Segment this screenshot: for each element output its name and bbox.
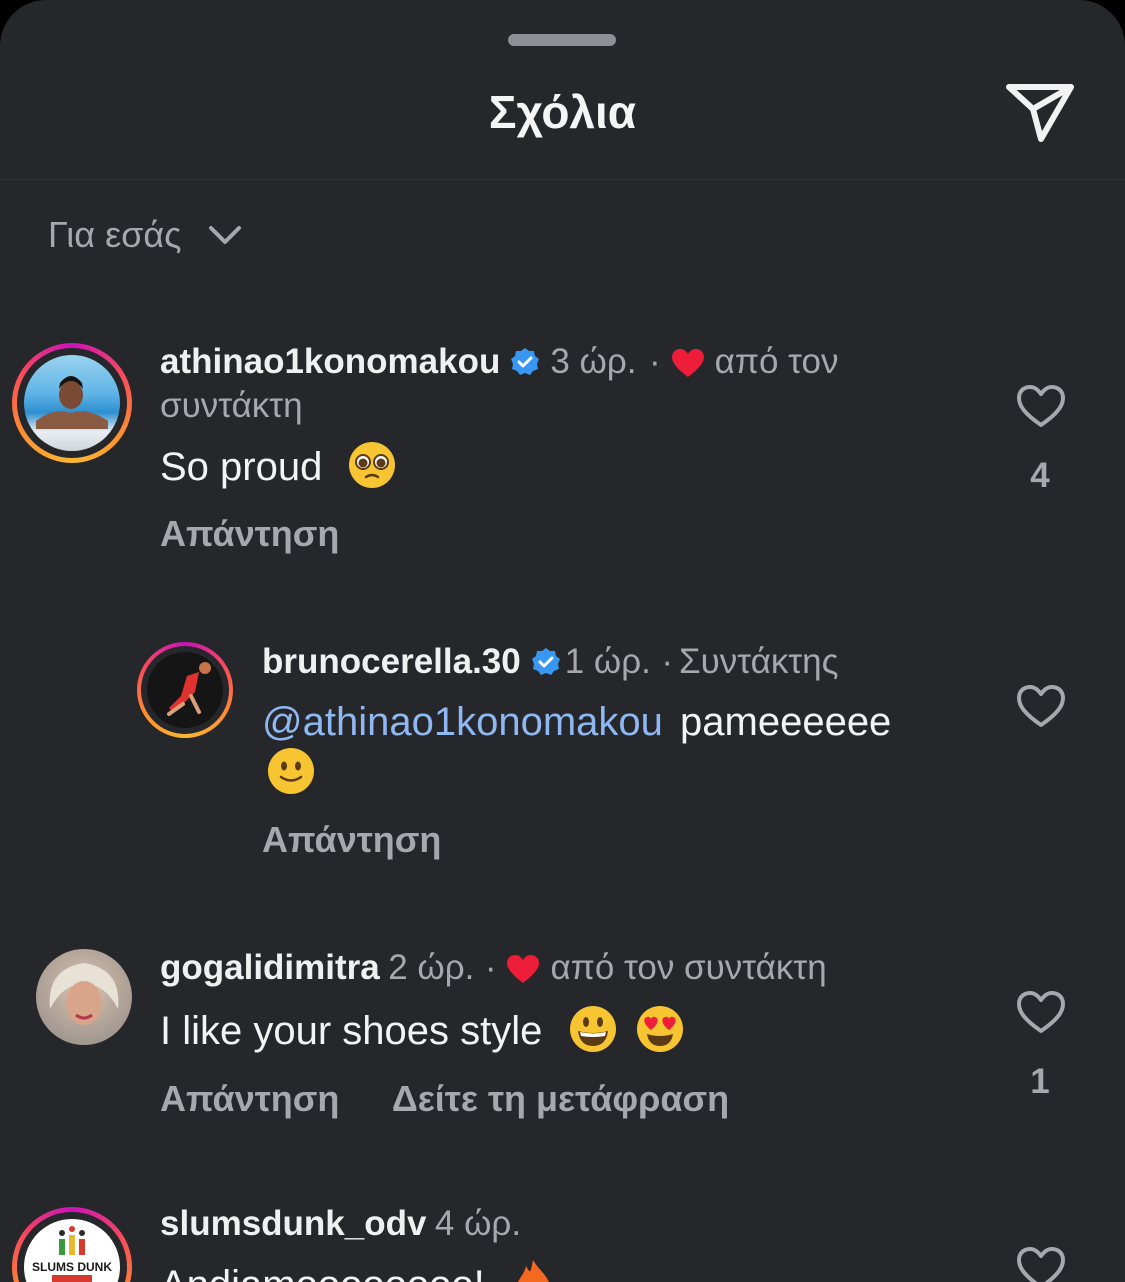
chevron-down-icon xyxy=(208,226,241,244)
like-heart-icon[interactable] xyxy=(1016,1246,1066,1282)
comment-time: 2 ώρ. xyxy=(388,948,475,987)
see-translation-button[interactable]: Δείτε τη μετάφραση xyxy=(392,1078,729,1119)
like-count: 1 xyxy=(1030,1062,1050,1101)
mention-link[interactable]: @athinao1konomakou xyxy=(262,700,663,744)
sheet-title: Σχόλια xyxy=(488,86,637,138)
comment-username[interactable]: slumsdunk_odv xyxy=(160,1204,426,1243)
creator-liked-text: από τον συντάκτη xyxy=(550,948,827,987)
reply-button[interactable]: Απάντηση xyxy=(160,1078,339,1119)
comment-username[interactable]: gogalidimitra xyxy=(160,948,380,987)
like-heart-icon[interactable] xyxy=(1016,684,1066,728)
sheet-grabber[interactable] xyxy=(508,34,616,46)
comment-username[interactable]: brunocerella.30 xyxy=(262,642,521,681)
pleading-face-emoji-icon xyxy=(349,442,396,488)
header-divider xyxy=(0,179,1125,180)
fire-emoji-icon xyxy=(517,1260,549,1282)
send-icon[interactable] xyxy=(1003,79,1077,145)
creator-liked-heart-icon xyxy=(671,349,704,377)
creator-liked-heart-icon xyxy=(507,955,540,983)
like-heart-icon[interactable] xyxy=(1016,384,1066,428)
verified-badge-icon xyxy=(511,348,540,375)
avatar[interactable] xyxy=(36,949,132,1045)
avatar-photo xyxy=(49,963,119,1025)
meta-separator: · xyxy=(484,948,497,987)
meta-separator: · xyxy=(661,642,673,681)
comment-time: 1 ώρ. xyxy=(564,642,651,681)
svg-text:SLUMS DUNK: SLUMS DUNK xyxy=(32,1260,112,1274)
meta-separator: · xyxy=(648,342,661,381)
comment-text: I like your shoes style xyxy=(160,1009,543,1053)
grinning-face-emoji-icon xyxy=(569,1006,616,1052)
like-count: 4 xyxy=(1030,456,1050,495)
comment-text: pameeeeee xyxy=(680,700,892,744)
sort-label: Για εσάς xyxy=(48,214,182,255)
comment-time: 4 ώρ. xyxy=(434,1204,522,1243)
comment-time: 3 ώρ. xyxy=(550,342,637,381)
sort-dropdown[interactable]: Για εσάς xyxy=(48,214,242,256)
reply-button[interactable]: Απάντηση xyxy=(160,513,339,555)
creator-liked-text-cont: συντάκτη xyxy=(160,386,303,425)
verified-badge-icon xyxy=(531,648,560,675)
avatar[interactable] xyxy=(147,652,223,728)
avatar[interactable] xyxy=(24,355,120,451)
avatar-photo xyxy=(36,376,108,429)
author-badge: Συντάκτης xyxy=(679,642,839,681)
comment-text: So proud xyxy=(160,445,323,489)
reply-button[interactable]: Απάντηση xyxy=(262,819,441,861)
slightly-smiling-face-emoji-icon xyxy=(268,748,314,794)
creator-liked-text: από τον xyxy=(714,342,839,381)
avatar-photo xyxy=(167,662,211,716)
heart-eyes-emoji-icon xyxy=(636,1006,683,1052)
comment-text: Andiamoooooooo! xyxy=(160,1263,485,1282)
comments-sheet: Σχόλια Για εσάς athinao1konomakou 3 ώρ. ·… xyxy=(0,0,1125,1282)
like-heart-icon[interactable] xyxy=(1016,990,1066,1034)
comment-username[interactable]: athinao1konomakou xyxy=(160,342,500,381)
